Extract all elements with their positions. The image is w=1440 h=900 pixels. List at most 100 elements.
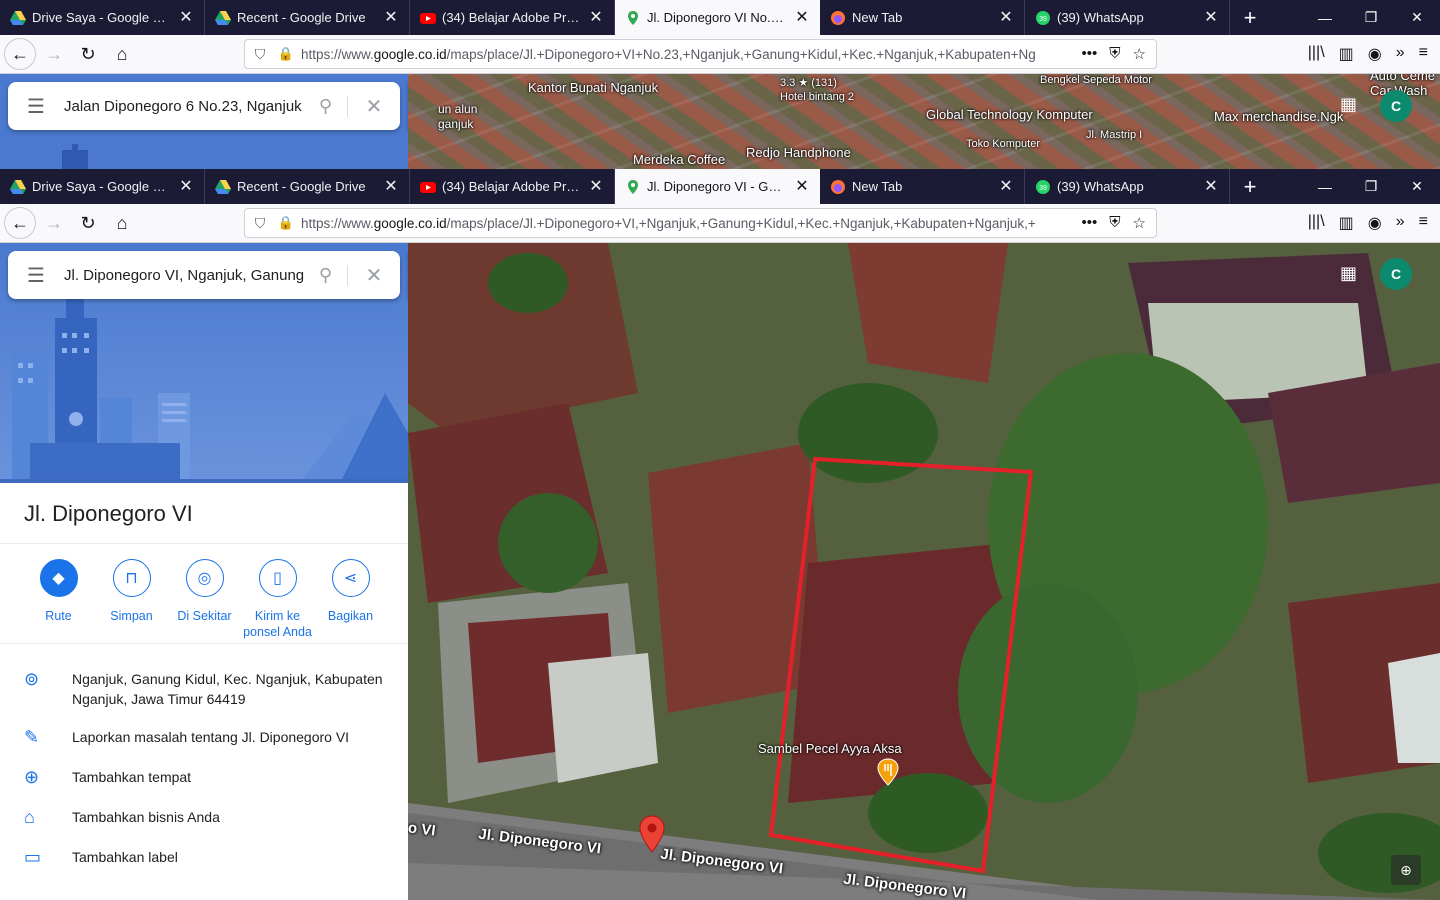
bookmark-star-icon[interactable]: ☆ bbox=[1133, 214, 1146, 232]
tab-newtab[interactable]: New Tab ✕ bbox=[820, 169, 1025, 204]
address-bar[interactable]: ⛉ 🔒 https://www.google.co.id/maps/place/… bbox=[244, 208, 1157, 238]
poi-label[interactable]: Sambel Pecel Ayya Aksa bbox=[758, 741, 902, 756]
tab-title: New Tab bbox=[852, 10, 903, 25]
back-arrow-icon[interactable]: ← bbox=[4, 207, 36, 239]
youtube-icon bbox=[420, 10, 436, 26]
library-icon[interactable]: |||\ bbox=[1308, 44, 1325, 64]
home-icon[interactable]: ⌂ bbox=[106, 38, 138, 70]
search-icon[interactable]: ⚲ bbox=[304, 264, 348, 286]
hamburger-menu-icon[interactable]: ≡ bbox=[1419, 213, 1428, 233]
close-window-icon[interactable]: ✕ bbox=[1394, 169, 1440, 204]
close-icon[interactable]: ✕ bbox=[178, 178, 194, 195]
hamburger-menu-icon[interactable]: ≡ bbox=[1419, 44, 1428, 64]
address-bar[interactable]: ⛉ 🔒 https://www.google.co.id/maps/place/… bbox=[244, 39, 1157, 69]
sidebar-icon[interactable]: ▥ bbox=[1339, 44, 1354, 64]
close-icon[interactable]: ✕ bbox=[794, 178, 810, 195]
map-label[interactable]: Global Technology Komputer bbox=[926, 107, 1093, 122]
back-tab-youtube[interactable]: (34) Belajar Adobe Premiere ✕ bbox=[410, 0, 615, 35]
forward-arrow-icon[interactable]: → bbox=[38, 207, 70, 239]
restore-icon[interactable]: ❐ bbox=[1348, 0, 1394, 35]
share-button[interactable]: ⋖ Bagikan bbox=[314, 559, 387, 640]
close-icon[interactable]: ✕ bbox=[383, 178, 399, 195]
map-label[interactable]: Bengkel Sepeda Motor bbox=[1040, 74, 1152, 86]
close-icon[interactable]: ✕ bbox=[1203, 9, 1219, 26]
apps-grid-icon[interactable]: ▦ bbox=[1340, 94, 1357, 115]
library-icon[interactable]: |||\ bbox=[1308, 213, 1325, 233]
more-actions-icon[interactable]: ••• bbox=[1082, 45, 1098, 63]
tab-recent[interactable]: Recent - Google Drive ✕ bbox=[205, 169, 410, 204]
menu-icon[interactable]: ☰ bbox=[8, 263, 64, 288]
reload-icon[interactable]: ↻ bbox=[72, 38, 104, 70]
map-label[interactable]: Max merchandise.Ngk bbox=[1214, 109, 1343, 124]
back-tab-whatsapp[interactable]: 39 (39) WhatsApp ✕ bbox=[1025, 0, 1230, 35]
back-search-box[interactable]: ☰ Jalan Diponegoro 6 No.23, Nganjuk ⚲ ✕ bbox=[8, 82, 400, 130]
restore-icon[interactable]: ❐ bbox=[1348, 169, 1394, 204]
close-icon[interactable]: ✕ bbox=[998, 178, 1014, 195]
address-row[interactable]: ⊚ Nganjuk, Ganung Kidul, Kec. Nganjuk, K… bbox=[0, 669, 408, 709]
satellite-map[interactable]: Jl. Diponegoro VI Jl. Diponegoro VI Jl. … bbox=[408, 243, 1440, 900]
close-icon[interactable]: ✕ bbox=[794, 9, 810, 26]
location-marker-icon[interactable] bbox=[638, 815, 666, 853]
search-icon[interactable]: ⚲ bbox=[304, 95, 348, 117]
close-icon[interactable]: ✕ bbox=[383, 9, 399, 26]
apps-grid-icon[interactable]: ▦ bbox=[1340, 263, 1357, 284]
reload-icon[interactable]: ↻ bbox=[72, 207, 104, 239]
add-label-row[interactable]: ▭ Tambahkan label bbox=[0, 847, 408, 868]
globe-icon[interactable]: ⊕ bbox=[1391, 855, 1421, 885]
avatar[interactable]: C bbox=[1380, 90, 1412, 122]
back-tab-recent[interactable]: Recent - Google Drive ✕ bbox=[205, 0, 410, 35]
map-label[interactable]: un alun ganjuk bbox=[438, 102, 477, 132]
road-label[interactable]: o VI bbox=[408, 819, 436, 839]
search-input[interactable]: Jl. Diponegoro VI, Nganjuk, Ganung Kidul bbox=[64, 267, 304, 284]
back-tab-drive-saya[interactable]: Drive Saya - Google Drive ✕ bbox=[0, 0, 205, 35]
close-icon[interactable]: ✕ bbox=[588, 178, 604, 195]
bookmark-star-icon[interactable]: ☆ bbox=[1133, 45, 1146, 63]
clear-icon[interactable]: ✕ bbox=[348, 263, 400, 288]
account-icon[interactable]: ◉ bbox=[1368, 44, 1382, 64]
map-label[interactable]: Jl. Mastrip I bbox=[1086, 129, 1142, 141]
send-to-phone-button[interactable]: ▯ Kirim ke ponsel Anda bbox=[241, 559, 314, 640]
map-label[interactable]: Redjo Handphone bbox=[746, 145, 851, 160]
back-map[interactable]: Kantor Bupati Nganjuk un alun ganjuk 3.3… bbox=[408, 74, 1440, 169]
add-business-link: Tambahkan bisnis Anda bbox=[72, 809, 220, 825]
home-icon[interactable]: ⌂ bbox=[106, 207, 138, 239]
forward-arrow-icon[interactable]: → bbox=[38, 38, 70, 70]
more-actions-icon[interactable]: ••• bbox=[1082, 214, 1098, 232]
tab-maps[interactable]: Jl. Diponegoro VI - Google Maps ✕ bbox=[615, 169, 820, 204]
tab-youtube[interactable]: (34) Belajar Adobe Premiere ✕ bbox=[410, 169, 615, 204]
tab-drive-saya[interactable]: Drive Saya - Google Drive ✕ bbox=[0, 169, 205, 204]
close-icon[interactable]: ✕ bbox=[178, 9, 194, 26]
tab-whatsapp[interactable]: 39 (39) WhatsApp ✕ bbox=[1025, 169, 1230, 204]
restaurant-pin-icon[interactable] bbox=[877, 758, 899, 786]
account-icon[interactable]: ◉ bbox=[1368, 213, 1382, 233]
back-tab-maps[interactable]: Jl. Diponegoro VI No.23 - Google Maps ✕ bbox=[615, 0, 820, 35]
map-label[interactable]: Merdeka Coffee bbox=[633, 152, 725, 167]
sidebar-icon[interactable]: ▥ bbox=[1339, 213, 1354, 233]
minimize-icon[interactable]: — bbox=[1302, 0, 1348, 35]
add-place-row[interactable]: ⊕ Tambahkan tempat bbox=[0, 767, 408, 788]
overflow-icon[interactable]: » bbox=[1396, 213, 1405, 233]
map-label[interactable]: Kantor Bupati Nganjuk bbox=[528, 80, 658, 95]
directions-button[interactable]: ◆ Rute bbox=[22, 559, 95, 640]
back-tab-newtab[interactable]: New Tab ✕ bbox=[820, 0, 1025, 35]
pocket-icon[interactable]: ⛨ bbox=[1109, 214, 1120, 232]
report-problem-row[interactable]: ✎ Laporkan masalah tentang Jl. Diponegor… bbox=[0, 727, 408, 748]
avatar[interactable]: C bbox=[1380, 258, 1412, 290]
save-button[interactable]: ⊓ Simpan bbox=[95, 559, 168, 640]
new-tab-button[interactable]: + bbox=[1230, 0, 1270, 35]
new-tab-button[interactable]: + bbox=[1230, 169, 1270, 204]
pocket-icon[interactable]: ⛨ bbox=[1109, 45, 1120, 63]
close-icon[interactable]: ✕ bbox=[1203, 178, 1219, 195]
clear-icon[interactable]: ✕ bbox=[348, 94, 400, 119]
search-box[interactable]: ☰ Jl. Diponegoro VI, Nganjuk, Ganung Kid… bbox=[8, 251, 400, 299]
close-window-icon[interactable]: ✕ bbox=[1394, 0, 1440, 35]
overflow-icon[interactable]: » bbox=[1396, 44, 1405, 64]
nearby-button[interactable]: ◎ Di Sekitar bbox=[168, 559, 241, 640]
add-business-row[interactable]: ⌂ Tambahkan bisnis Anda bbox=[0, 807, 408, 828]
close-icon[interactable]: ✕ bbox=[998, 9, 1014, 26]
search-input[interactable]: Jalan Diponegoro 6 No.23, Nganjuk bbox=[64, 98, 304, 115]
back-arrow-icon[interactable]: ← bbox=[4, 38, 36, 70]
minimize-icon[interactable]: — bbox=[1302, 169, 1348, 204]
menu-icon[interactable]: ☰ bbox=[8, 94, 64, 119]
close-icon[interactable]: ✕ bbox=[588, 9, 604, 26]
